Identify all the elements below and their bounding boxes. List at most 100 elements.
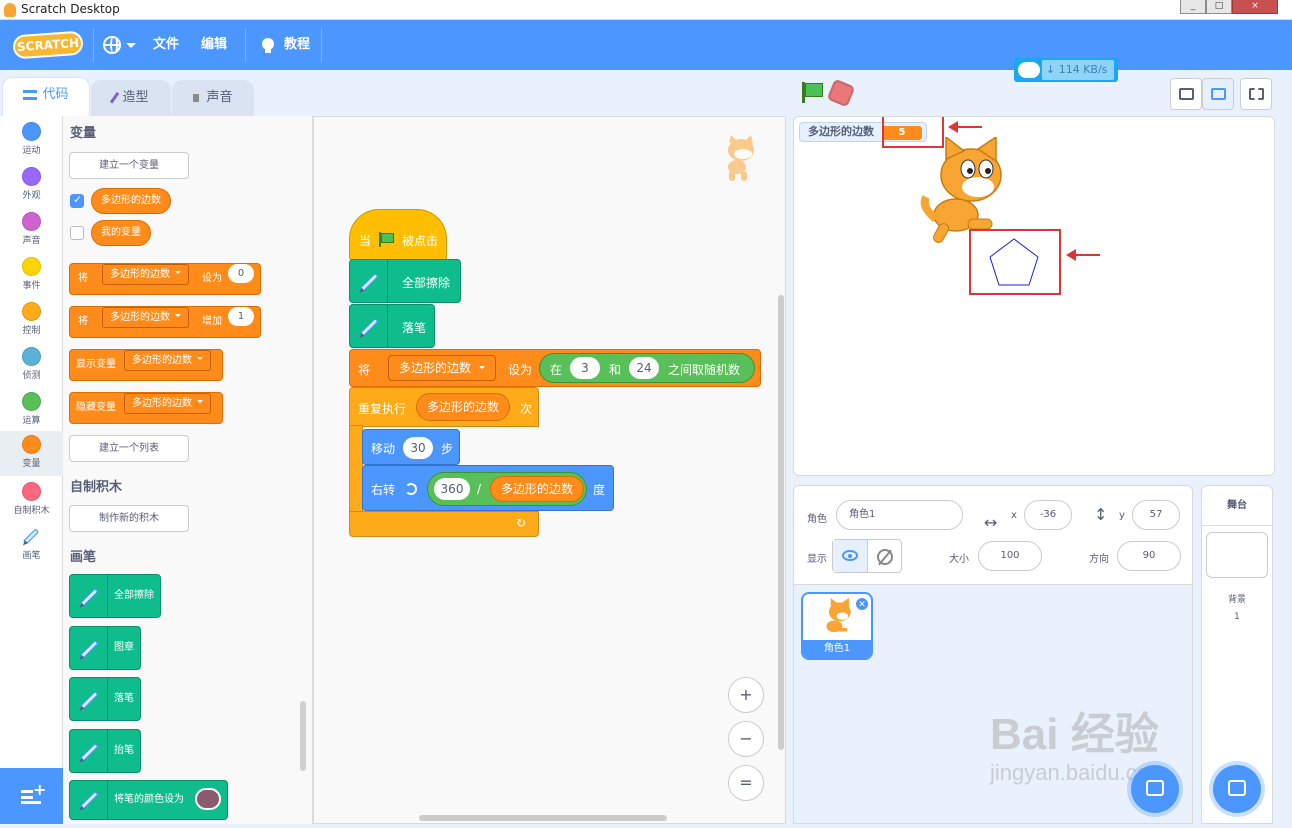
tab-sounds[interactable]: 声音 [172, 80, 254, 116]
variable-dropdown[interactable]: 多边形的边数 [124, 393, 211, 414]
pen-color-block[interactable]: 将笔的颜色设为 [69, 780, 228, 820]
menu-divider [321, 28, 322, 62]
direction-input[interactable]: 90 [1117, 541, 1181, 571]
category-label: 变量 [22, 459, 41, 469]
variable-dropdown[interactable]: 多边形的边数 [124, 350, 211, 371]
sprite-name-input[interactable]: 角色1 [836, 500, 963, 530]
variable-dropdown[interactable]: 多边形的边数 [388, 355, 497, 381]
pen-color-swatch[interactable] [195, 788, 221, 810]
repeat-count-reporter[interactable]: 多边形的边数 [416, 393, 511, 421]
pen-up-block[interactable]: 抬笔 [69, 729, 141, 773]
y-position-input[interactable]: 57 [1132, 500, 1180, 530]
fullscreen-button[interactable] [1240, 78, 1272, 110]
tutorials-menu[interactable]: 教程 [284, 20, 310, 70]
pen-down-block[interactable]: 落笔 [69, 677, 141, 721]
make-list-button[interactable]: 建立一个列表 [69, 435, 189, 462]
close-window-button[interactable]: × [1232, 0, 1278, 14]
variable-checkbox[interactable] [70, 226, 84, 240]
turn-right-block[interactable]: 右转 360 / 多边形的边数 度 [362, 465, 614, 511]
make-variable-button[interactable]: 建立一个变量 [69, 152, 189, 179]
category-control[interactable]: 控制 [0, 298, 63, 343]
category-pen[interactable]: 画笔 [0, 523, 63, 568]
when-flag-clicked-block[interactable]: 当 被点击 [349, 209, 447, 261]
maximize-button[interactable]: □ [1206, 0, 1232, 14]
variable-checkbox[interactable] [70, 193, 84, 208]
pen-down-script-block[interactable]: 落笔 [349, 304, 435, 348]
direction-label: 方向 [1089, 554, 1109, 565]
category-looks[interactable]: 外观 [0, 163, 63, 208]
category-motion[interactable]: 运动 [0, 118, 63, 163]
x-position-input[interactable]: -36 [1024, 500, 1072, 530]
minimize-button[interactable]: _ [1180, 0, 1206, 14]
operators-category-icon [22, 392, 41, 411]
sensing-category-icon [22, 347, 41, 366]
workspace-horizontal-scrollbar[interactable] [419, 815, 667, 821]
pen-clear-script-block[interactable]: 全部擦除 [349, 259, 461, 303]
category-myblocks[interactable]: 自制积木 [0, 478, 63, 523]
stage-thumbnail[interactable] [1206, 532, 1268, 578]
make-block-button[interactable]: 制作新的积木 [69, 505, 189, 532]
green-flag-button[interactable] [800, 82, 823, 104]
workspace-vertical-scrollbar[interactable] [778, 295, 784, 750]
stop-button[interactable] [826, 78, 856, 108]
variable-reporter-polygon-sides[interactable]: 多边形的边数 [91, 188, 171, 214]
language-globe-icon[interactable] [103, 36, 121, 54]
zoom-in-button[interactable]: + [728, 677, 764, 713]
move-steps-input[interactable]: 30 [403, 437, 433, 459]
chevron-down-icon [175, 314, 181, 320]
scratch-logo[interactable]: SCRATCH [12, 30, 84, 60]
pen-stamp-block[interactable]: 图章 [69, 626, 141, 670]
category-sound[interactable]: 声音 [0, 208, 63, 253]
show-sprite-button[interactable] [833, 540, 868, 572]
small-stage-button[interactable] [1170, 78, 1202, 110]
pen-icon [79, 790, 99, 811]
category-operators[interactable]: 运算 [0, 388, 63, 433]
edit-menu[interactable]: 编辑 [201, 20, 227, 70]
tab-costumes[interactable]: 造型 [91, 80, 171, 116]
zoom-reset-button[interactable]: = [728, 765, 764, 801]
move-steps-block[interactable]: 移动 30 步 [362, 429, 460, 465]
hide-sprite-icon[interactable] [877, 549, 893, 565]
large-stage-button[interactable] [1202, 78, 1234, 110]
block-text: 将 [358, 363, 371, 377]
random-from-input[interactable]: 3 [570, 357, 600, 379]
category-events[interactable]: 事件 [0, 253, 63, 298]
category-label: 画笔 [22, 551, 41, 561]
pen-clear-block[interactable]: 全部擦除 [69, 574, 161, 618]
category-variables[interactable]: 变量 [0, 431, 63, 476]
variable-reporter-my-variable[interactable]: 我的变量 [91, 220, 151, 246]
value-input[interactable]: 0 [228, 264, 254, 283]
variable-dropdown[interactable]: 多边形的边数 [102, 264, 189, 285]
set-variable-script-block[interactable]: 将 多边形的边数 设为 在 3 和 24 之间取随机数 [349, 349, 761, 387]
value-input[interactable]: 1 [228, 307, 254, 326]
zoom-out-button[interactable]: − [728, 721, 764, 757]
set-variable-block[interactable]: 将 多边形的边数 设为 0 [69, 263, 261, 295]
delete-sprite-icon[interactable]: ✕ [855, 597, 869, 611]
tab-code-label: 代码 [42, 87, 69, 102]
annotation-box-pentagon [969, 229, 1061, 295]
variable-dropdown[interactable]: 多边形的边数 [102, 307, 189, 328]
speed-value: 114 KB/s [1058, 63, 1108, 76]
stage-canvas[interactable]: 多边形的边数 5 [793, 116, 1275, 476]
choose-backdrop-button[interactable] [1213, 765, 1261, 813]
divisor-variable-reporter[interactable]: 多边形的边数 [490, 476, 585, 502]
show-variable-block[interactable]: 显示变量 多边形的边数 [69, 349, 223, 381]
dividend-input[interactable]: 360 [434, 478, 470, 500]
tab-code[interactable]: 代码 [2, 77, 90, 117]
size-input[interactable]: 100 [978, 541, 1042, 571]
block-text: 设为 [202, 273, 222, 284]
category-label: 控制 [22, 326, 41, 336]
palette-scrollbar[interactable] [300, 701, 306, 771]
random-to-input[interactable]: 24 [629, 357, 659, 379]
divide-operator-block[interactable]: 360 / 多边形的边数 [427, 472, 587, 506]
block-text: 次 [520, 402, 533, 416]
hide-variable-block[interactable]: 隐藏变量 多边形的边数 [69, 392, 223, 424]
file-menu[interactable]: 文件 [153, 20, 179, 70]
repeat-block[interactable]: 重复执行 多边形的边数 次 [349, 387, 539, 427]
code-workspace[interactable]: 当 被点击 全部擦除 落笔 将 多边形的边数 设为 在 3 和 24 之间取随机… [313, 116, 786, 824]
choose-sprite-button[interactable] [1131, 765, 1179, 813]
pick-random-block[interactable]: 在 3 和 24 之间取随机数 [539, 353, 755, 383]
add-extension-button[interactable] [0, 768, 63, 824]
category-sensing[interactable]: 侦测 [0, 343, 63, 388]
change-variable-block[interactable]: 将 多边形的边数 增加 1 [69, 306, 261, 338]
